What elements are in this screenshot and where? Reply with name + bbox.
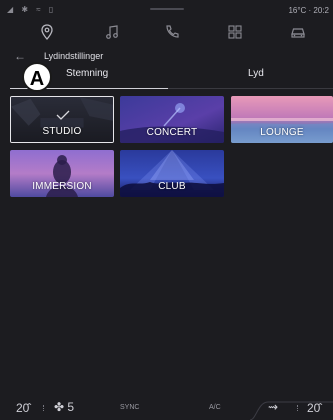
tab-divider <box>168 88 333 89</box>
status-temp-time: 16°C · 20:2 <box>288 6 329 15</box>
check-icon <box>56 110 70 120</box>
page-title: Lydindstillinger <box>44 51 104 61</box>
ambience-tile-immersion[interactable]: IMMERSION <box>10 150 114 197</box>
tile-label-club: CLUB <box>158 181 186 192</box>
fan-control[interactable]: ✤ 5 <box>54 400 74 414</box>
music-icon[interactable] <box>103 23 121 41</box>
back-arrow-icon[interactable]: ← <box>14 49 26 63</box>
car-icon[interactable] <box>289 23 307 41</box>
sync-button[interactable]: SYNC <box>120 404 139 411</box>
divider <box>43 405 46 411</box>
phone-icon[interactable] <box>163 23 181 41</box>
ambience-tile-studio[interactable]: STUDIO <box>10 96 114 143</box>
seat-heat-icon[interactable]: ⇝ <box>268 400 278 414</box>
top-nav <box>0 20 333 44</box>
ambience-tile-concert[interactable]: CONCERT <box>120 96 224 143</box>
climate-curve-decoration <box>250 401 333 420</box>
status-icons: ◢ ✱ ≈ ▯ <box>7 5 57 14</box>
temp-right[interactable]: 20̂ <box>307 401 320 415</box>
tab-stemning[interactable]: Stemning <box>66 68 108 79</box>
apps-icon[interactable] <box>226 23 244 41</box>
divider <box>297 405 300 411</box>
status-bar: ◢ ✱ ≈ ▯ 16°C · 20:2 <box>0 0 333 20</box>
tab-bar: Stemning Lyd <box>10 62 333 92</box>
fan-level: 5 <box>67 400 75 414</box>
ac-button[interactable]: A/C <box>209 404 221 411</box>
fan-icon: ✤ <box>54 400 65 414</box>
location-icon[interactable] <box>38 23 56 41</box>
tile-label-concert: CONCERT <box>146 127 198 138</box>
screen: ◢ ✱ ≈ ▯ 16°C · 20:2 ← Lydindstillinger S… <box>0 0 333 420</box>
callout-marker: A <box>22 62 52 92</box>
climate-bar: 20̂ ✤ 5 SYNC A/C ⇝ 20̂ <box>0 396 333 420</box>
drag-handle[interactable] <box>150 8 184 10</box>
tile-label-lounge: LOUNGE <box>260 127 304 138</box>
ambience-tile-club[interactable]: CLUB <box>120 150 224 197</box>
tab-lyd[interactable]: Lyd <box>248 68 264 79</box>
temp-left[interactable]: 20̂ <box>16 401 29 415</box>
tile-label-immersion: IMMERSION <box>32 181 92 192</box>
ambience-tile-lounge[interactable]: LOUNGE <box>231 96 333 143</box>
tile-label-studio: STUDIO <box>42 126 82 137</box>
